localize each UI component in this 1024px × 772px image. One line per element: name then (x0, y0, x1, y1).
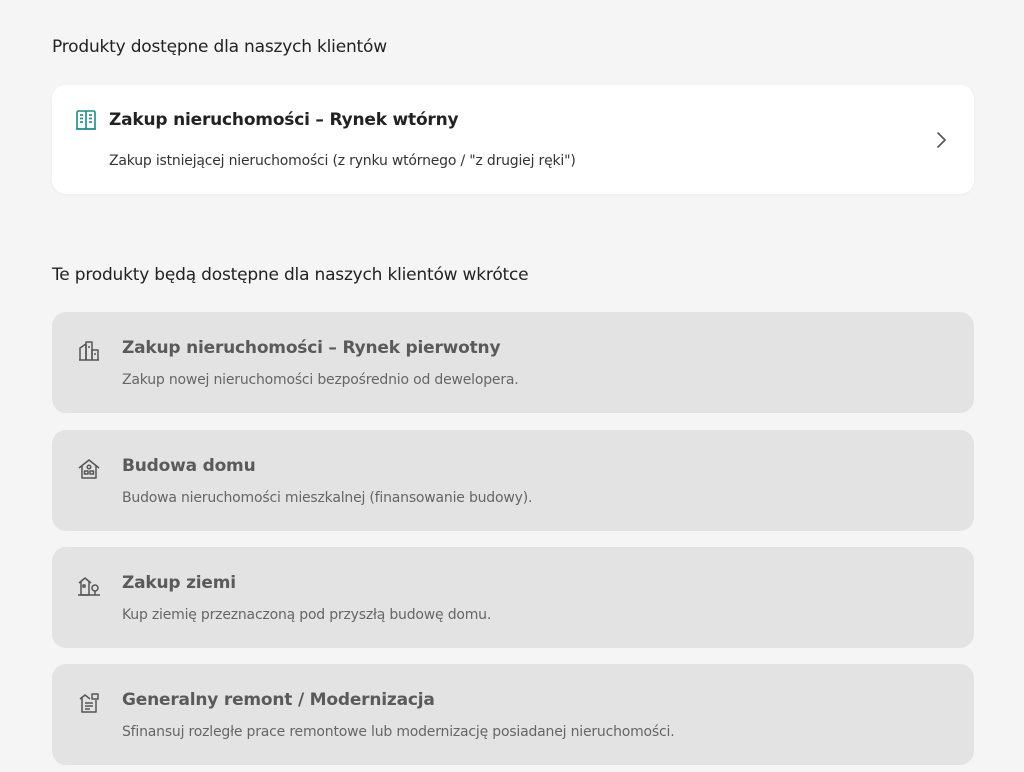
product-description: Zakup istniejącej nieruchomości (z rynku… (109, 153, 576, 169)
product-title: Budowa domu (122, 456, 256, 476)
product-title: Zakup nieruchomości – Rynek wtórny (109, 110, 459, 130)
product-card-primary-market: Zakup nieruchomości – Rynek pierwotny Za… (52, 312, 974, 413)
land-plot-icon (77, 574, 101, 598)
coming-soon-section-title: Te produkty będą dostępne dla naszych kl… (52, 265, 529, 285)
product-description: Kup ziemię przeznaczoną pod przyszłą bud… (122, 607, 492, 623)
product-title: Zakup nieruchomości – Rynek pierwotny (122, 338, 501, 358)
product-card-house-construction: Budowa domu Budowa nieruchomości mieszka… (52, 430, 974, 531)
product-description: Zakup nowej nieruchomości bezpośrednio o… (122, 372, 519, 388)
product-card-secondary-market[interactable]: Zakup nieruchomości – Rynek wtórny Zakup… (52, 85, 974, 194)
product-description: Budowa nieruchomości mieszkalnej (finans… (122, 490, 533, 506)
product-card-renovation: Generalny remont / Modernizacja Sfinansu… (52, 664, 974, 765)
product-card-land-purchase: Zakup ziemi Kup ziemię przeznaczoną pod … (52, 547, 974, 648)
house-icon (77, 457, 101, 481)
building-icon (74, 108, 98, 132)
product-title: Generalny remont / Modernizacja (122, 690, 435, 710)
chevron-right-icon[interactable] (934, 129, 948, 151)
available-section-title: Produkty dostępne dla naszych klientów (52, 37, 387, 57)
renovation-icon (77, 691, 101, 715)
product-title: Zakup ziemi (122, 573, 236, 593)
product-description: Sfinansuj rozległe prace remontowe lub m… (122, 724, 675, 740)
buildings-icon (77, 339, 101, 363)
